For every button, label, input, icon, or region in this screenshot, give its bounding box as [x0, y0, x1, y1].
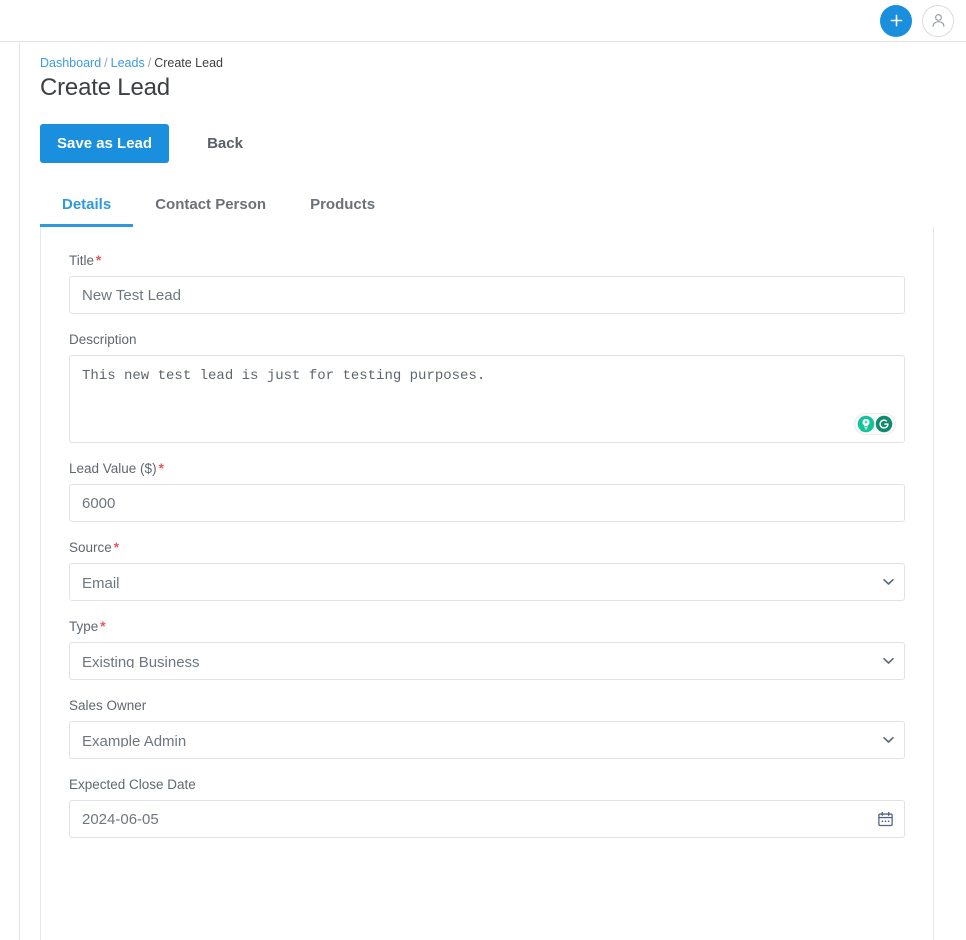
grammarly-logo-icon[interactable] [875, 415, 893, 433]
field-sales-owner: Sales Owner Example Admin [69, 698, 905, 759]
field-type: Type * Existing Business [69, 619, 905, 680]
label-expected-close-date: Expected Close Date [69, 777, 196, 792]
field-title: Title * [69, 253, 905, 314]
label-type: Type * [69, 619, 905, 634]
details-form-card: Title* Description This new test lead is… [40, 227, 934, 940]
breadcrumb-item-current: Create Lead [154, 56, 223, 70]
sales-owner-select-wrapper: Example Admin [69, 721, 905, 759]
label-description: Description [69, 332, 137, 347]
expected-close-date-input[interactable] [69, 800, 905, 838]
action-bar: Save as Lead Back [40, 124, 934, 163]
expected-close-date-wrapper [69, 800, 905, 838]
tab-bar: Details Contact Person Products [40, 187, 934, 227]
description-wrapper: This new test lead is just for testing p… [69, 355, 905, 443]
required-marker: * [113, 540, 120, 555]
label-title-text: Title [69, 253, 95, 268]
create-lead-page: Dashboard / Leads / Create Lead Create Lead … [0, 0, 966, 940]
label-lead-value-text: Lead Value ($) [69, 461, 157, 476]
plus-icon [889, 13, 904, 28]
label-title: Title * [69, 253, 905, 268]
label-source: Source * [69, 540, 905, 555]
save-as-lead-button[interactable]: Save as Lead [40, 124, 170, 163]
source-select-wrapper: Email [69, 563, 905, 601]
calendar-icon[interactable] [877, 811, 894, 828]
back-button[interactable]: Back [191, 124, 259, 163]
tab-products[interactable]: Products [288, 196, 397, 227]
breadcrumb: Dashboard / Leads / Create Lead [40, 56, 934, 70]
add-button[interactable] [880, 4, 912, 37]
tab-details[interactable]: Details [40, 196, 134, 227]
label-source-text: Source [69, 540, 112, 555]
lightbulb-icon[interactable] [857, 415, 875, 433]
top-bar [0, 0, 966, 42]
breadcrumb-item-dashboard[interactable]: Dashboard [40, 56, 101, 70]
tab-contact-person[interactable]: Contact Person [133, 196, 288, 227]
grammarly-widget[interactable] [854, 413, 896, 435]
lead-value-input[interactable] [69, 484, 905, 522]
description-textarea[interactable]: This new test lead is just for testing p… [69, 355, 905, 443]
field-lead-value: Lead Value ($) * [69, 461, 905, 522]
type-select-wrapper: Existing Business [69, 642, 905, 680]
label-lead-value: Lead Value ($) * [69, 461, 905, 476]
source-select[interactable]: Email [69, 563, 905, 601]
breadcrumb-separator: / [104, 56, 108, 70]
page-title: Create Lead [40, 74, 170, 101]
sales-owner-select[interactable]: Example Admin [69, 721, 905, 759]
type-select[interactable]: Existing Business [69, 642, 905, 680]
user-avatar-icon [929, 11, 948, 30]
left-rail [0, 42, 20, 940]
content-area: Dashboard / Leads / Create Lead Create Lead … [21, 42, 966, 940]
field-description: Description This new test lead is just f… [69, 332, 905, 443]
label-type-text: Type [69, 619, 99, 634]
label-sales-owner: Sales Owner [69, 698, 147, 713]
breadcrumb-item-leads[interactable]: Leads [111, 56, 145, 70]
title-input[interactable] [69, 276, 905, 314]
user-avatar-button[interactable] [922, 4, 954, 37]
breadcrumb-separator: / [147, 56, 152, 70]
required-marker: * [158, 461, 164, 476]
required-marker: * [96, 253, 102, 268]
required-marker: * [100, 619, 106, 634]
field-expected-close-date: Expected Close Date [69, 777, 905, 838]
field-source: Source * Email [69, 540, 905, 601]
